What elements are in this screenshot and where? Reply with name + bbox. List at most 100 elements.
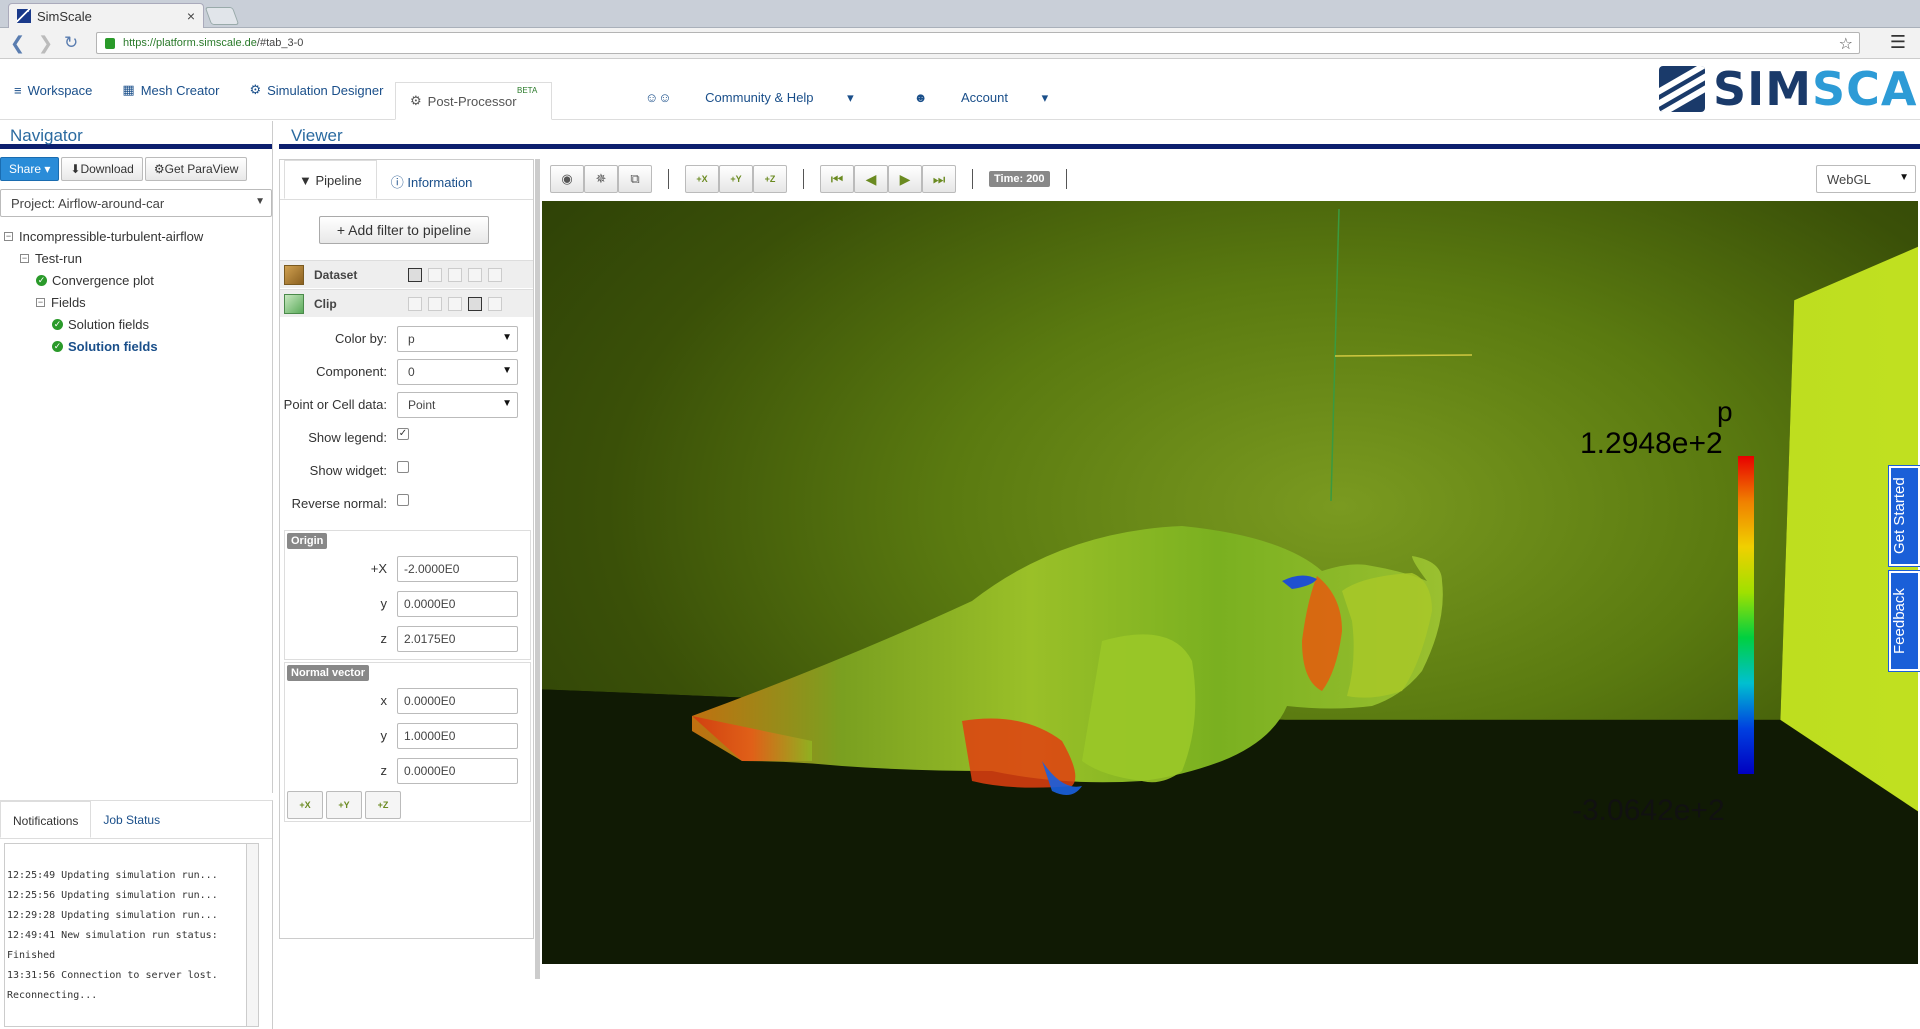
points-icon[interactable] — [488, 296, 502, 311]
tab-pipeline[interactable]: ▼ Pipeline — [284, 160, 377, 199]
nav-workspace[interactable]: ≡ Workspace — [14, 83, 92, 98]
origin-z-input[interactable]: 2.0175E0 — [397, 625, 518, 652]
reset-rotation-icon[interactable]: ✵ — [584, 165, 618, 193]
surface-icon[interactable] — [448, 267, 462, 282]
close-tab-icon[interactable]: × — [187, 8, 195, 24]
tree-node-solution-fields-2[interactable]: ✓ Solution fields — [0, 335, 272, 357]
origin-y-row: y 0.0000E0 — [285, 586, 530, 621]
log-line: Finished — [7, 950, 56, 961]
caret-down-icon: ▼ — [502, 331, 512, 343]
new-tab-button[interactable] — [204, 7, 240, 25]
tab-job-status[interactable]: Job Status — [91, 801, 172, 838]
toggle-visibility-icon[interactable]: ◉ — [550, 165, 584, 193]
share-button[interactable]: Share ▾ — [0, 157, 60, 181]
nav-community-help[interactable]: ☺☺ Community & Help ▾ — [645, 90, 884, 106]
address-bar[interactable]: https://platform.simscale.de/#tab_3-0 ☆ — [96, 32, 1860, 54]
app-header: ≡ Workspace ▦ Mesh Creator ⚙ Simulation Des… — [0, 60, 1920, 120]
view-y-axis-button[interactable]: +Y — [719, 165, 753, 193]
normal-x-input[interactable]: 0.0000E0 — [397, 687, 518, 714]
tab-information[interactable]: ⓘ Information — [377, 160, 487, 199]
nav-account[interactable]: ☻ Account ▾ — [914, 90, 1078, 106]
feedback-tab[interactable]: Feedback — [1889, 571, 1920, 671]
3d-viewport[interactable]: p 1.2948e+2 -3.0642e+2 — [542, 201, 1918, 964]
renderer-select[interactable]: WebGL ▼ — [1816, 165, 1916, 193]
tree-node-convergence[interactable]: ✓ Convergence plot — [0, 269, 272, 291]
color-by-label: Color by: — [334, 331, 387, 346]
add-filter-button[interactable]: + Add filter to pipeline — [319, 216, 489, 244]
view-x-axis-button[interactable]: +X — [685, 165, 719, 193]
tree-node-run[interactable]: − Test-run — [0, 247, 272, 269]
get-started-tab[interactable]: Get Started — [1889, 466, 1920, 566]
widget-vertical-line — [1330, 208, 1340, 502]
visibility-toggle-icon[interactable] — [408, 296, 422, 311]
surface-icon[interactable] — [448, 296, 462, 311]
last-frame-icon[interactable]: ⏭ — [922, 165, 956, 193]
nav-simulation-designer-label: Simulation Designer — [267, 82, 384, 98]
reverse-normal-checkbox[interactable] — [397, 493, 409, 506]
wireframe-icon[interactable] — [428, 267, 442, 282]
origin-y-input[interactable]: 0.0000E0 — [397, 590, 518, 617]
show-legend-checkbox[interactable]: ✓ — [397, 427, 409, 440]
browser-menu-icon[interactable]: ☰ — [1890, 32, 1906, 53]
origin-x-input[interactable]: -2.0000E0 — [397, 555, 518, 582]
normal-axis-buttons: +X +Y +Z — [287, 791, 404, 819]
simscale-logo[interactable]: SIMSCALE — [1659, 66, 1920, 112]
first-frame-icon[interactable]: ⏮ — [820, 165, 854, 193]
download-button[interactable]: ⬇Download — [61, 157, 143, 181]
point-cell-label: Point or Cell data: — [283, 397, 387, 412]
nav-post-processor[interactable]: ⚙ Post-Processor BETA — [395, 82, 552, 120]
browser-tab[interactable]: SimScale × — [8, 3, 204, 28]
pipeline-item-clip[interactable]: Clip — [280, 289, 533, 317]
normal-z-input[interactable]: 0.0000E0 — [397, 757, 518, 784]
secondary-nav: ☺☺ Community & Help ▾ ☻ Account ▾ — [645, 90, 1108, 106]
forward-arrow-icon[interactable]: ❯ — [38, 33, 53, 54]
project-select[interactable]: Project: Airflow-around-car ▼ — [0, 189, 272, 217]
tree-node-root[interactable]: − Incompressible-turbulent-airflow — [0, 225, 272, 247]
collapse-toggle-icon[interactable]: − — [4, 231, 13, 241]
collapse-toggle-icon[interactable]: − — [36, 297, 45, 307]
surface-edges-icon[interactable] — [468, 267, 482, 282]
log-line: Reconnecting... — [7, 990, 98, 1001]
nav-account-label: Account — [961, 90, 1008, 105]
color-by-select[interactable]: p ▼ — [397, 325, 518, 352]
simscale-logo-icon — [1659, 66, 1705, 112]
surface-edges-icon[interactable] — [468, 296, 482, 311]
tree-node-fields[interactable]: − Fields — [0, 291, 272, 313]
panel-splitter[interactable] — [535, 159, 540, 979]
get-paraview-button[interactable]: ⚙Get ParaView — [144, 157, 248, 181]
main-nav: ≡ Workspace ▦ Mesh Creator ⚙ Simulation Des… — [0, 82, 399, 98]
log-scrollbar[interactable] — [246, 844, 258, 1026]
collapse-toggle-icon[interactable]: − — [20, 253, 29, 263]
set-normal-x-button[interactable]: +X — [287, 791, 323, 819]
simscale-favicon-icon — [17, 9, 31, 23]
bookmark-star-icon[interactable]: ☆ — [1839, 34, 1853, 54]
points-icon[interactable] — [488, 267, 502, 282]
fit-to-screen-icon[interactable]: ⧉ — [618, 165, 652, 193]
view-z-axis-button[interactable]: +Z — [753, 165, 787, 193]
previous-frame-icon[interactable]: ◀ — [854, 165, 888, 193]
dataset-cube-icon — [284, 264, 304, 285]
caret-down-icon: ▼ — [255, 196, 265, 207]
component-select[interactable]: 0 ▼ — [397, 358, 518, 385]
tree-node-solution-fields-1[interactable]: ✓ Solution fields — [0, 313, 272, 335]
toolbar-separator — [1065, 169, 1067, 189]
browser-tab-title: SimScale — [37, 8, 92, 24]
wireframe-icon[interactable] — [428, 296, 442, 311]
tab-notifications[interactable]: Notifications — [0, 801, 92, 838]
normal-vector-group: Normal vector x 0.0000E0 y 1.0000E0 z 0.000… — [284, 662, 531, 822]
reload-icon[interactable]: ↻ — [64, 33, 78, 53]
navigator-panel: Navigator Share ▾ ⬇Download ⚙Get ParaVie… — [0, 121, 273, 793]
set-normal-z-button[interactable]: +Z — [365, 791, 401, 819]
gear-icon: ⚙ — [410, 93, 422, 108]
set-normal-y-button[interactable]: +Y — [326, 791, 362, 819]
back-arrow-icon[interactable]: ❮ — [10, 33, 25, 54]
show-widget-checkbox[interactable] — [397, 460, 409, 473]
visibility-toggle-icon[interactable] — [408, 267, 422, 282]
nav-mesh-creator[interactable]: ▦ Mesh Creator — [122, 82, 219, 98]
next-frame-icon[interactable]: ▶ — [888, 165, 922, 193]
nav-simulation-designer[interactable]: ⚙ Simulation Designer — [249, 82, 383, 98]
pipeline-item-dataset[interactable]: Dataset — [280, 260, 533, 288]
normal-y-input[interactable]: 1.0000E0 — [397, 722, 518, 749]
caret-down-icon: ▼ — [1899, 172, 1909, 183]
point-cell-select[interactable]: Point ▼ — [397, 391, 518, 418]
